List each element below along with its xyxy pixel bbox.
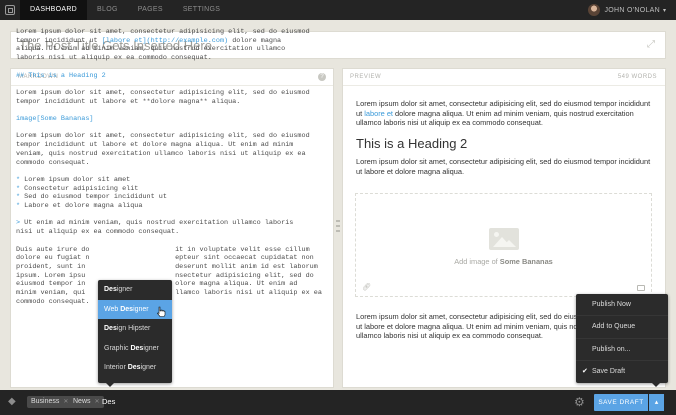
publish-now-item[interactable]: Publish Now — [576, 294, 668, 317]
publish-on-item[interactable]: Publish on... — [576, 339, 668, 361]
user-menu[interactable]: JOHN O'NOLAN ▾ — [588, 0, 676, 20]
nav-dashboard[interactable]: DASHBOARD — [20, 0, 88, 20]
md-text: Lorem ipsum dolor sit amet, consectetur … — [16, 132, 310, 167]
dropdown-pointer — [106, 383, 114, 387]
suggestion-item[interactable]: Graphic Designer — [98, 339, 172, 359]
bottom-bar: ◆ Business✕ News✕ ⚙ SAVE DRAFT ▴ — [0, 390, 676, 415]
image-caption: Add image of Some Bananas — [454, 257, 553, 266]
save-draft-item[interactable]: ✔ Save Draft — [576, 361, 668, 383]
preview-link[interactable]: labore et — [364, 109, 393, 118]
md-bullet: Lorem ipsum dolor sit amet — [24, 175, 131, 184]
avatar — [588, 4, 601, 16]
chevron-down-icon: ▾ — [662, 7, 666, 14]
link-icon[interactable]: 🔗︎ — [362, 283, 371, 291]
camera-icon[interactable] — [637, 285, 645, 291]
tag-icon: ◆ — [8, 396, 16, 407]
user-name: JOHN O'NOLAN — [604, 6, 660, 14]
add-to-queue-item[interactable]: Add to Queue — [576, 316, 668, 339]
save-draft-button[interactable]: SAVE DRAFT — [594, 394, 648, 411]
md-image: image[Some Bananas] — [16, 115, 94, 124]
pane-resize-handle[interactable] — [336, 220, 340, 232]
check-icon: ✔ — [582, 367, 588, 375]
md-bullet: Consectetur adipisicing elit — [24, 184, 139, 193]
chevron-up-icon[interactable]: ▴ — [649, 394, 664, 411]
preview-paragraph: Lorem ipsum dolor sit amet, consectetur … — [356, 99, 651, 127]
md-quote: Ut enim ad minim veniam, quis nostrud ex… — [16, 219, 294, 237]
nav-pages[interactable]: PAGES — [128, 0, 173, 20]
tag-input[interactable] — [102, 397, 162, 407]
md-heading: ## This is a Heading 2 — [16, 71, 106, 80]
suggestion-item[interactable]: Design Hipster — [98, 319, 172, 339]
ghost-logo-icon[interactable] — [0, 0, 20, 20]
help-icon[interactable]: ? — [318, 73, 326, 81]
tag-suggestions: Designer Web Designer Design Hipster Gra… — [98, 280, 172, 383]
nav-settings[interactable]: SETTINGS — [173, 0, 230, 20]
preview-heading: This is a Heading 2 — [356, 135, 468, 151]
markdown-editor[interactable]: Lorem ipsum dolor sit amet, consectetur … — [16, 28, 322, 307]
remove-tag-icon[interactable]: ✕ — [95, 399, 100, 405]
image-upload-placeholder[interactable]: Add image of Some Bananas 🔗︎ — [355, 193, 652, 297]
image-icon — [489, 228, 519, 250]
top-nav: DASHBOARD BLOG PAGES SETTINGS JOHN O'NOL… — [0, 0, 676, 20]
md-text: Lorem ipsum dolor sit amet, consectetur … — [16, 88, 310, 106]
hand-cursor-icon — [157, 306, 166, 317]
suggestion-item[interactable]: Interior Designer — [98, 358, 172, 378]
expand-icon[interactable]: ⤢ — [647, 40, 657, 50]
preview-paragraph: Lorem ipsum dolor sit amet, consectetur … — [356, 157, 651, 176]
publish-menu: Publish Now Add to Queue Publish on... ✔… — [576, 294, 668, 383]
word-count: 549 WORDS — [617, 74, 657, 80]
tag-news[interactable]: News ✕ — [69, 396, 104, 408]
dropdown-pointer — [652, 383, 660, 387]
preview-header: PREVIEW 549 WORDS — [343, 69, 665, 86]
md-bullet: Sed do eiusmod tempor incididunt ut — [24, 193, 167, 202]
md-bullet: Labore et dolore magna aliqua — [24, 202, 143, 211]
md-link: [labore et](http://example.com) — [101, 36, 229, 45]
preview-content: Lorem ipsum dolor sit amet, consectetur … — [356, 99, 656, 176]
preview-label: PREVIEW — [350, 74, 382, 80]
tag-business[interactable]: Business ✕ — [27, 396, 73, 408]
gear-icon[interactable]: ⚙ — [574, 396, 586, 408]
remove-tag-icon[interactable]: ✕ — [63, 399, 68, 405]
suggestion-item[interactable]: Designer — [98, 280, 172, 300]
nav-blog[interactable]: BLOG — [87, 0, 128, 20]
